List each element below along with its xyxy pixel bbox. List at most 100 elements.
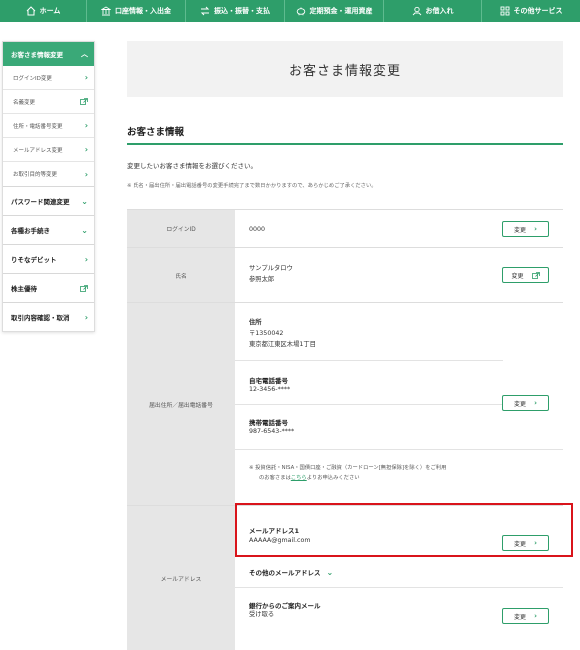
nav-other[interactable]: その他サービス xyxy=(482,0,580,22)
sidebar-header[interactable]: お客さま情報変更 ︿ xyxy=(3,42,94,66)
sidebar-item-label: 名義変更 xyxy=(13,99,36,106)
address-note-line2: のお客さまはこちらよりお申込みください xyxy=(259,473,360,483)
sidebar: お客さま情報変更 ︿ ログインID変更 › 名義変更 住所・電話番号変更 › メ… xyxy=(2,41,95,332)
sidebar-item-debit[interactable]: りそなデビット › xyxy=(3,244,94,273)
change-bank-mail-button[interactable]: 変更 › xyxy=(502,608,549,624)
sidebar-item-password[interactable]: パスワード関連変更 ⌄ xyxy=(3,186,94,215)
chevron-right-icon: › xyxy=(534,399,537,407)
external-link-icon xyxy=(531,271,540,279)
bank-mail-value: 受け取る xyxy=(249,611,275,618)
nav-transfer-label: 振込・振替・支払 xyxy=(214,7,270,15)
address-value: 東京都江東区木場1丁目 xyxy=(249,341,316,348)
row-cell: サンプルタロウ 参照太郎 変更 xyxy=(235,248,563,302)
sidebar-item-label: 各種お手続き xyxy=(11,227,50,235)
nav-account[interactable]: 口座情報・入出金 xyxy=(87,0,186,22)
chevron-right-icon: › xyxy=(84,254,88,264)
nav-home-label: ホーム xyxy=(39,7,61,15)
sidebar-header-label: お客さま情報変更 xyxy=(11,51,63,59)
sidebar-item-procedures[interactable]: 各種お手続き ⌄ xyxy=(3,215,94,244)
other-emails-toggle[interactable]: その他のメールアドレス ⌄ xyxy=(249,567,334,578)
address-note-line1: ※ 投資信託・NISA・国債口座・ご融資（カードローン[無担保除]を除く）をご利… xyxy=(249,465,447,471)
row-header: 届出住所／届出電話番号 xyxy=(127,303,235,505)
chevron-right-icon: › xyxy=(84,121,88,130)
login-id-value: 0000 xyxy=(249,226,266,233)
customer-info-table: ログインID 0000 変更 › 氏名 サンプルタロウ 参照太郎 変更 届出住所… xyxy=(127,209,563,650)
address-label: 住所 xyxy=(249,319,262,326)
highlight-box xyxy=(235,503,573,557)
building-icon xyxy=(101,6,111,16)
row-address-phone: 届出住所／届出電話番号 住所 〒1350042 東京都江東区木場1丁目 自宅電話… xyxy=(127,303,563,506)
top-nav: ホーム 口座情報・入出金 振込・振替・支払 定期預金・運用資産 お借入れ その他… xyxy=(0,0,580,22)
home-phone-value: 12-3456-**** xyxy=(249,386,291,393)
sidebar-item-label: 取引内容確認・取消 xyxy=(11,314,70,322)
page-title: お客さま情報変更 xyxy=(288,63,401,79)
sidebar-item-shareholder[interactable]: 株主優待 xyxy=(3,273,94,302)
sidebar-item-label: 株主優待 xyxy=(11,285,37,293)
sidebar-item-label: パスワード関連変更 xyxy=(11,198,70,206)
chevron-right-icon: › xyxy=(84,169,88,179)
sidebar-item-label: お取引目的等変更 xyxy=(13,172,58,178)
row-cell: 住所 〒1350042 東京都江東区木場1丁目 自宅電話番号 12-3456-*… xyxy=(235,303,563,505)
external-link-icon xyxy=(80,284,88,292)
row-name: 氏名 サンプルタロウ 参照太郎 変更 xyxy=(127,248,563,303)
sidebar-item-label: 住所・電話番号変更 xyxy=(13,123,63,130)
nav-other-label: その他サービス xyxy=(513,7,563,15)
notice-text: ※ 氏名・届出住所・届出電話番号の変更手続完了まで数日かかりますので、あらかじめ… xyxy=(127,183,377,189)
divider xyxy=(235,360,503,361)
grid-icon xyxy=(500,6,509,16)
divider xyxy=(235,587,563,588)
sidebar-item-email[interactable]: メールアドレス変更 › xyxy=(3,138,94,162)
nav-loan[interactable]: お借入れ xyxy=(384,0,482,22)
chevron-right-icon: › xyxy=(534,612,537,620)
nav-home[interactable]: ホーム xyxy=(0,0,87,22)
chevron-down-icon: ⌄ xyxy=(81,196,88,206)
chevron-down-icon: ⌄ xyxy=(81,225,88,235)
row-header: ログインID xyxy=(127,210,235,247)
chevron-right-icon: › xyxy=(534,225,537,233)
sidebar-item-name-change[interactable]: 名義変更 xyxy=(3,90,94,114)
row-header: メールアドレス xyxy=(127,506,235,650)
apply-link[interactable]: こちら xyxy=(291,475,307,481)
sidebar-item-label: メールアドレス変更 xyxy=(13,147,63,154)
mobile-phone-label: 携帯電話番号 xyxy=(249,419,288,427)
change-name-button[interactable]: 変更 xyxy=(502,267,549,283)
name-kanji: 参照太郎 xyxy=(249,276,275,283)
external-link-icon xyxy=(80,98,88,105)
nav-deposit[interactable]: 定期預金・運用資産 xyxy=(285,0,384,22)
nav-deposit-label: 定期預金・運用資産 xyxy=(309,7,373,15)
piggybank-icon xyxy=(296,7,305,16)
home-phone-label: 自宅電話番号 xyxy=(249,377,288,385)
chevron-right-icon: › xyxy=(84,145,88,154)
note-suffix: よりお申込みください xyxy=(306,475,360,481)
chevron-right-icon: › xyxy=(84,312,88,322)
divider xyxy=(235,449,563,450)
sidebar-item-transactions[interactable]: 取引内容確認・取消 › xyxy=(3,302,94,331)
loan-icon xyxy=(412,6,421,16)
sidebar-item-address[interactable]: 住所・電話番号変更 › xyxy=(3,114,94,138)
sidebar-item-purpose[interactable]: お取引目的等変更 › xyxy=(3,162,94,186)
section-divider xyxy=(127,143,563,145)
button-label: 変更 xyxy=(511,272,524,280)
change-login-id-button[interactable]: 変更 › xyxy=(502,221,549,237)
row-cell: 0000 変更 › xyxy=(235,210,563,247)
nav-transfer[interactable]: 振込・振替・支払 xyxy=(186,0,285,22)
home-icon xyxy=(26,6,35,16)
name-kana: サンプルタロウ xyxy=(249,265,293,272)
row-header: 氏名 xyxy=(127,248,235,302)
nav-loan-label: お借入れ xyxy=(425,7,454,15)
chevron-down-icon: ⌄ xyxy=(326,567,334,577)
bank-mail-label: 銀行からのご案内メール xyxy=(249,602,321,610)
sidebar-item-login-id[interactable]: ログインID変更 › xyxy=(3,66,94,90)
sidebar-item-label: りそなデビット xyxy=(11,256,57,264)
change-address-button[interactable]: 変更 › xyxy=(502,395,549,411)
postal-code: 〒1350042 xyxy=(249,330,284,337)
transfer-icon xyxy=(200,6,210,16)
row-login-id: ログインID 0000 変更 › xyxy=(127,210,563,248)
button-label: 変更 xyxy=(514,226,527,234)
divider xyxy=(235,404,503,405)
chevron-right-icon: › xyxy=(84,73,88,82)
chevron-up-icon: ︿ xyxy=(81,50,88,58)
page-title-box: お客さま情報変更 xyxy=(127,41,563,97)
button-label: 変更 xyxy=(514,613,527,621)
section-title: お客さま情報 xyxy=(127,127,185,138)
